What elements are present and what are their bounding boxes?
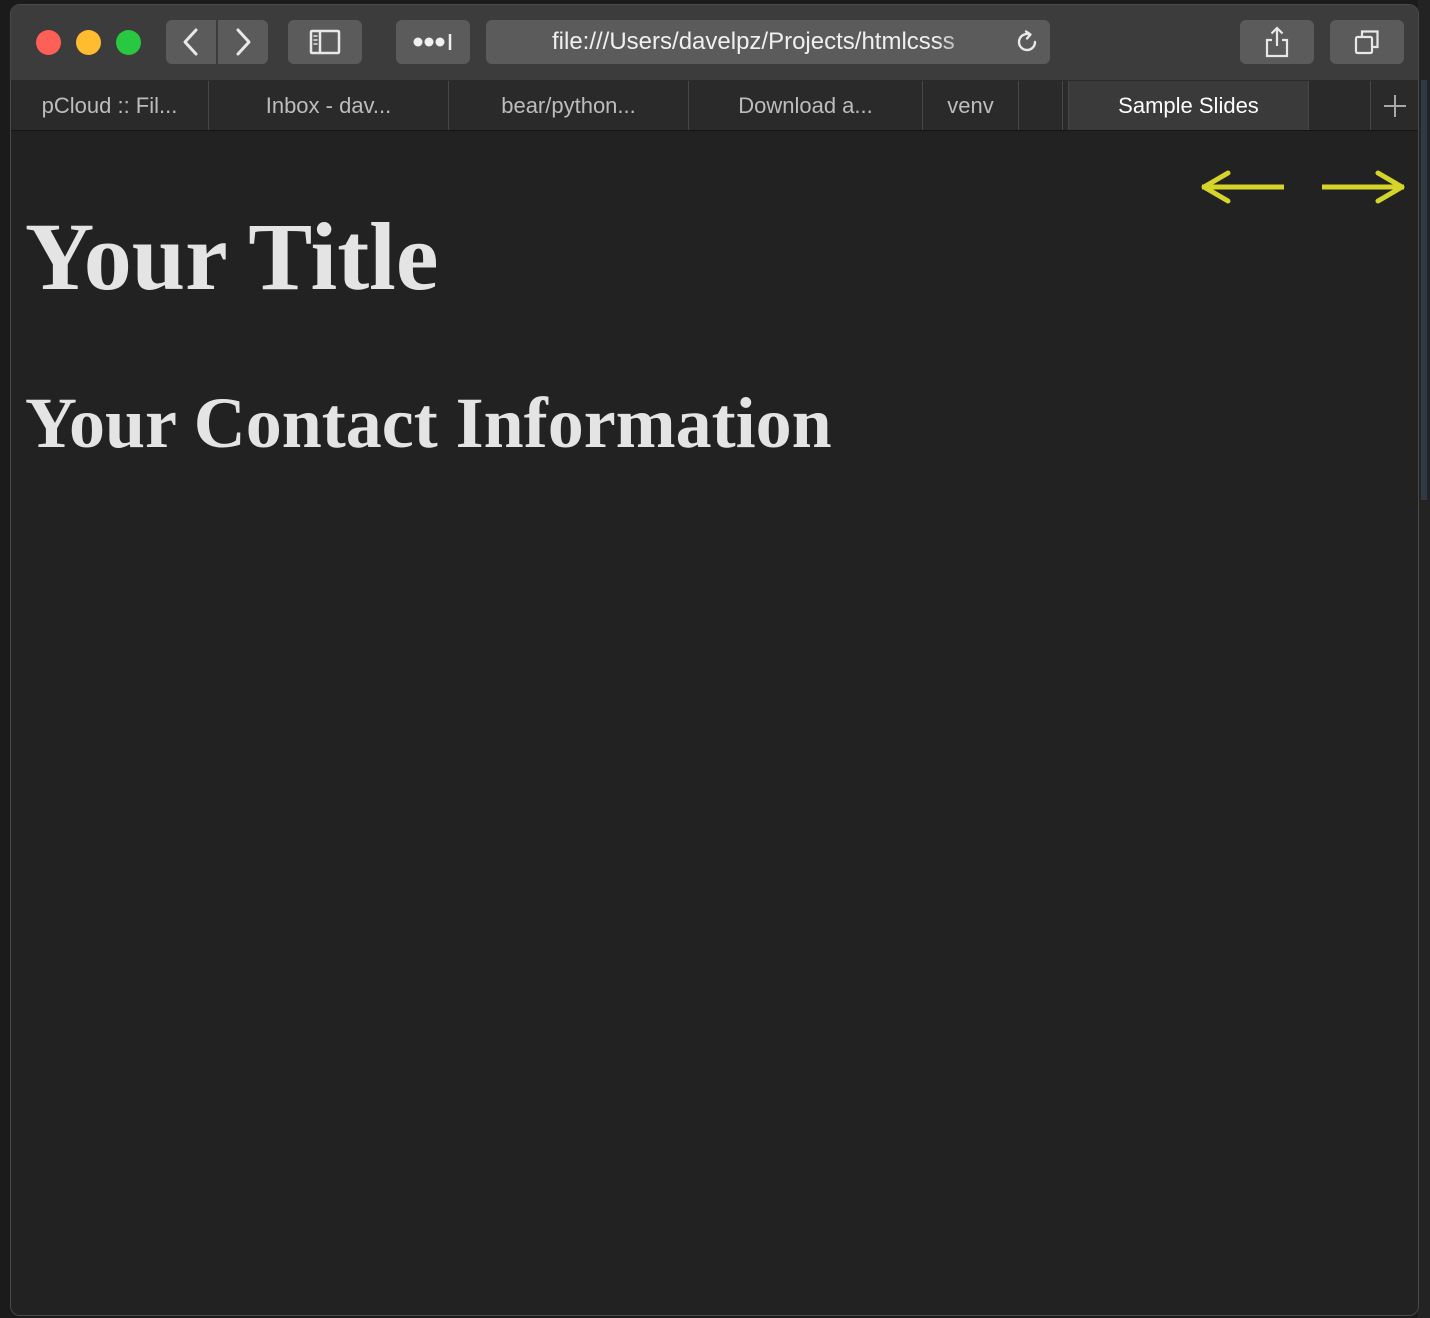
tab-label: venv — [947, 92, 994, 118]
reload-icon[interactable] — [1014, 29, 1040, 55]
tab-bar: pCloud :: Fil... Inbox - dav... bear/pyt… — [11, 81, 1418, 131]
address-bar[interactable]: file:///Users/davelpz/Projects/htmlcsss — [486, 20, 1050, 64]
browser-toolbar: file:///Users/davelpz/Projects/htmlcsss — [11, 5, 1418, 81]
tab-sample-slides[interactable]: Sample Slides — [1068, 81, 1309, 130]
previous-slide-arrow-icon[interactable] — [1198, 167, 1288, 207]
page-content: Your Title Your Contact Information — [11, 131, 1418, 1315]
tab-label: bear/python... — [501, 92, 636, 118]
share-icon — [1265, 26, 1289, 58]
sidebar-toggle-button[interactable] — [288, 20, 362, 64]
background-editor-edge — [1418, 0, 1430, 1318]
chevron-right-icon — [236, 28, 251, 56]
zoom-window-button[interactable] — [116, 30, 141, 55]
tab-overview-icon — [1354, 30, 1379, 55]
forward-button[interactable] — [218, 20, 268, 64]
tab-label: pCloud :: Fil... — [41, 92, 178, 118]
tab-overview-button[interactable] — [1330, 20, 1404, 64]
tab-venv[interactable]: venv — [923, 81, 1019, 130]
slide-title: Your Title — [25, 203, 439, 310]
tab-bear-python[interactable]: bear/python... — [449, 81, 689, 130]
back-button[interactable] — [166, 20, 216, 64]
tab-label: Sample Slides — [1118, 92, 1259, 118]
more-options-button[interactable] — [396, 20, 470, 64]
minimize-window-button[interactable] — [76, 30, 101, 55]
address-text[interactable]: file:///Users/davelpz/Projects/htmlcsss — [552, 20, 988, 64]
tab-pcloud[interactable]: pCloud :: Fil... — [11, 81, 209, 130]
share-button[interactable] — [1240, 20, 1314, 64]
tab-untitled[interactable] — [1019, 81, 1063, 130]
chevron-left-icon — [183, 28, 198, 56]
tab-label: Inbox - dav... — [265, 92, 392, 118]
next-slide-arrow-icon[interactable] — [1318, 167, 1408, 207]
tab-label: Download a... — [738, 92, 873, 118]
new-tab-button[interactable] — [1370, 81, 1418, 130]
close-window-button[interactable] — [36, 30, 61, 55]
browser-window: file:///Users/davelpz/Projects/htmlcsss … — [10, 4, 1419, 1316]
tab-download[interactable]: Download a... — [689, 81, 923, 130]
more-dots-icon — [413, 34, 452, 50]
slide-subtitle: Your Contact Information — [25, 383, 832, 463]
sidebar-icon — [309, 29, 341, 55]
tab-inbox[interactable]: Inbox - dav... — [209, 81, 449, 130]
plus-icon — [1383, 94, 1406, 117]
